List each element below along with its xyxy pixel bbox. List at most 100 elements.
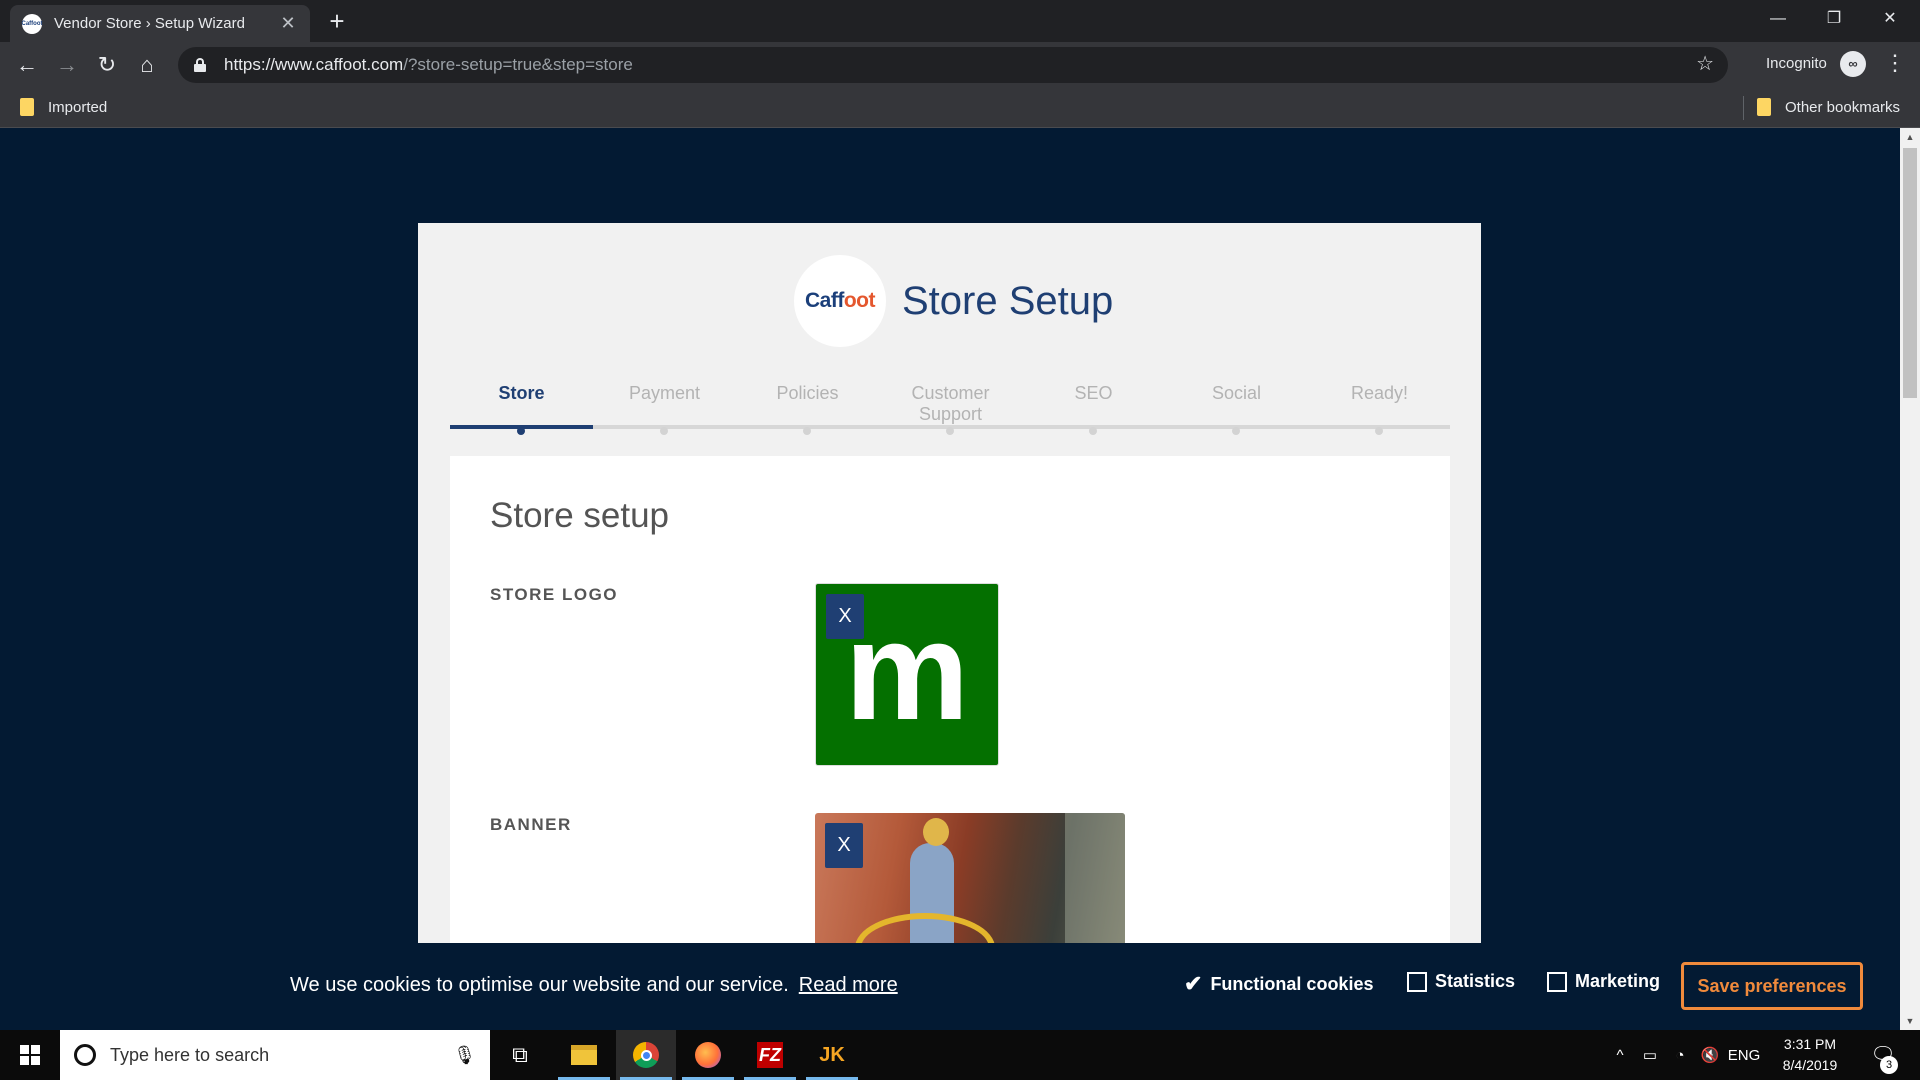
incognito-icon[interactable]: ∞: [1840, 51, 1866, 77]
scroll-thumb[interactable]: [1903, 148, 1917, 398]
step-dot: [517, 427, 525, 435]
store-logo-label: STORE LOGO: [490, 585, 619, 604]
banner-photo-helmet: [923, 818, 949, 846]
step-customer-support[interactable]: Customer Support: [879, 383, 1022, 425]
store-logo-image[interactable]: m X: [815, 583, 999, 766]
taskbar-search[interactable]: Type here to search 🎙: [60, 1030, 490, 1080]
search-input[interactable]: Type here to search: [110, 1045, 453, 1066]
step-store[interactable]: Store: [450, 383, 593, 404]
page-title: Store Setup: [902, 278, 1114, 323]
tab-title: Vendor Store › Setup Wizard: [54, 15, 245, 32]
reload-icon[interactable]: ↻: [92, 50, 122, 80]
minimize-icon[interactable]: —: [1750, 4, 1806, 34]
marketing-checkbox[interactable]: [1547, 971, 1567, 992]
banner-label: BANNER: [490, 815, 572, 834]
start-button[interactable]: [0, 1030, 60, 1080]
cookie-consent-bar: We use cookies to optimise our website a…: [0, 943, 1900, 1030]
wifi-icon[interactable]: ◔: [1666, 1030, 1694, 1080]
step-dot: [946, 427, 954, 435]
step-social[interactable]: Social: [1165, 383, 1308, 404]
page-scrollbar[interactable]: ▲ ▼: [1900, 128, 1920, 1030]
banner-image[interactable]: X: [815, 813, 1125, 943]
file-explorer-button[interactable]: [554, 1030, 614, 1080]
caffoot-logo: Caff oot: [794, 255, 886, 347]
option-label: Functional cookies: [1210, 973, 1374, 994]
step-ready[interactable]: Ready!: [1308, 383, 1451, 404]
functional-cookies-option[interactable]: ✔ Functional cookies: [1184, 971, 1373, 997]
volume-muted-icon[interactable]: 🔇: [1696, 1030, 1724, 1080]
remove-logo-button[interactable]: X: [826, 594, 864, 639]
checkmark-icon[interactable]: ✔: [1184, 971, 1202, 997]
scroll-down-icon[interactable]: ▼: [1900, 1012, 1920, 1030]
option-label: Marketing: [1575, 971, 1661, 991]
marketing-cookies-option[interactable]: Marketing: [1547, 971, 1660, 992]
firefox-icon: [695, 1042, 721, 1068]
taskbar-clock[interactable]: 3:31 PM 8/4/2019: [1765, 1034, 1855, 1076]
store-setup-panel: Store setup STORE LOGO m X BANNER X: [450, 456, 1450, 943]
notification-badge: 3: [1880, 1056, 1898, 1074]
bookmark-label: Imported: [48, 98, 108, 116]
bookmark-other[interactable]: Other bookmarks: [1757, 98, 1900, 116]
clock-time: 3:31 PM: [1783, 1036, 1837, 1052]
step-dot: [1375, 427, 1383, 435]
wizard-header: Caff oot Store Setup: [794, 255, 1113, 347]
section-title: Store setup: [490, 496, 669, 535]
window-close-icon[interactable]: ✕: [1862, 4, 1918, 34]
browser-toolbar: ← → ↻ ⌂ https://www.caffoot.com /?store-…: [0, 42, 1920, 88]
tray-chevron-icon[interactable]: ^: [1608, 1030, 1632, 1080]
windows-taskbar: Type here to search 🎙 ⧉ FZ JK ^ ▭ ◔ 🔇 EN…: [0, 1030, 1920, 1080]
incognito-label: Incognito: [1766, 55, 1827, 72]
firefox-button[interactable]: [678, 1030, 738, 1080]
step-policies[interactable]: Policies: [736, 383, 879, 404]
menu-icon[interactable]: ⋮: [1880, 50, 1910, 76]
restore-icon[interactable]: ❐: [1806, 4, 1862, 34]
tab-close-icon[interactable]: ✕: [278, 13, 298, 34]
star-icon[interactable]: ☆: [1696, 51, 1714, 76]
wizard-steps: Store Payment Policies Customer Support …: [450, 383, 1450, 443]
home-icon[interactable]: ⌂: [132, 50, 162, 80]
scroll-up-icon[interactable]: ▲: [1900, 128, 1920, 146]
windows-logo-icon: [20, 1045, 40, 1065]
language-indicator[interactable]: ENG: [1726, 1030, 1762, 1080]
back-icon[interactable]: ←: [12, 50, 42, 80]
option-label: Statistics: [1435, 971, 1516, 991]
microphone-icon[interactable]: 🎙: [453, 1045, 476, 1066]
folder-icon: [20, 98, 34, 116]
caffoot-favicon-icon: Caffoot: [22, 13, 43, 34]
read-more-link[interactable]: Read more: [799, 974, 898, 996]
jk-app-icon: JK: [819, 1043, 845, 1066]
bookmarks-bar: Imported Other bookmarks: [0, 88, 1920, 128]
banner-photo-light: [1065, 813, 1125, 943]
step-dot: [660, 427, 668, 435]
file-explorer-icon: [571, 1045, 597, 1065]
browser-tab[interactable]: Caffoot Vendor Store › Setup Wizard ✕: [10, 5, 310, 42]
battery-icon[interactable]: ▭: [1636, 1030, 1664, 1080]
step-dot: [1089, 427, 1097, 435]
logo-text-accent: oot: [843, 289, 876, 312]
chrome-button[interactable]: [616, 1030, 676, 1080]
filezilla-button[interactable]: FZ: [740, 1030, 800, 1080]
clock-date: 8/4/2019: [1782, 1057, 1838, 1073]
step-dot: [1232, 427, 1240, 435]
setup-wizard: Caff oot Store Setup Store Payment Polici…: [418, 223, 1481, 943]
banner-photo-bike: [855, 913, 995, 943]
statistics-cookies-option[interactable]: Statistics: [1407, 971, 1515, 992]
task-view-icon[interactable]: ⧉: [490, 1030, 550, 1080]
cookie-message: We use cookies to optimise our website a…: [290, 974, 898, 997]
address-bar[interactable]: https://www.caffoot.com /?store-setup=tr…: [178, 47, 1728, 83]
save-preferences-button[interactable]: Save preferences: [1681, 962, 1863, 1010]
new-tab-button[interactable]: +: [322, 6, 352, 37]
step-payment[interactable]: Payment: [593, 383, 736, 404]
browser-title-bar: Caffoot Vendor Store › Setup Wizard ✕ + …: [0, 0, 1920, 42]
bookmark-label: Other bookmarks: [1785, 98, 1901, 116]
jk-app-button[interactable]: JK: [802, 1030, 862, 1080]
step-dot: [803, 427, 811, 435]
cortana-icon: [74, 1044, 96, 1066]
bookmark-imported[interactable]: Imported: [20, 98, 107, 116]
forward-icon[interactable]: →: [52, 50, 82, 80]
logo-text: Caff: [805, 289, 844, 312]
remove-banner-button[interactable]: X: [825, 823, 863, 868]
lock-icon[interactable]: [194, 58, 206, 72]
statistics-checkbox[interactable]: [1407, 971, 1427, 992]
step-seo[interactable]: SEO: [1022, 383, 1165, 404]
